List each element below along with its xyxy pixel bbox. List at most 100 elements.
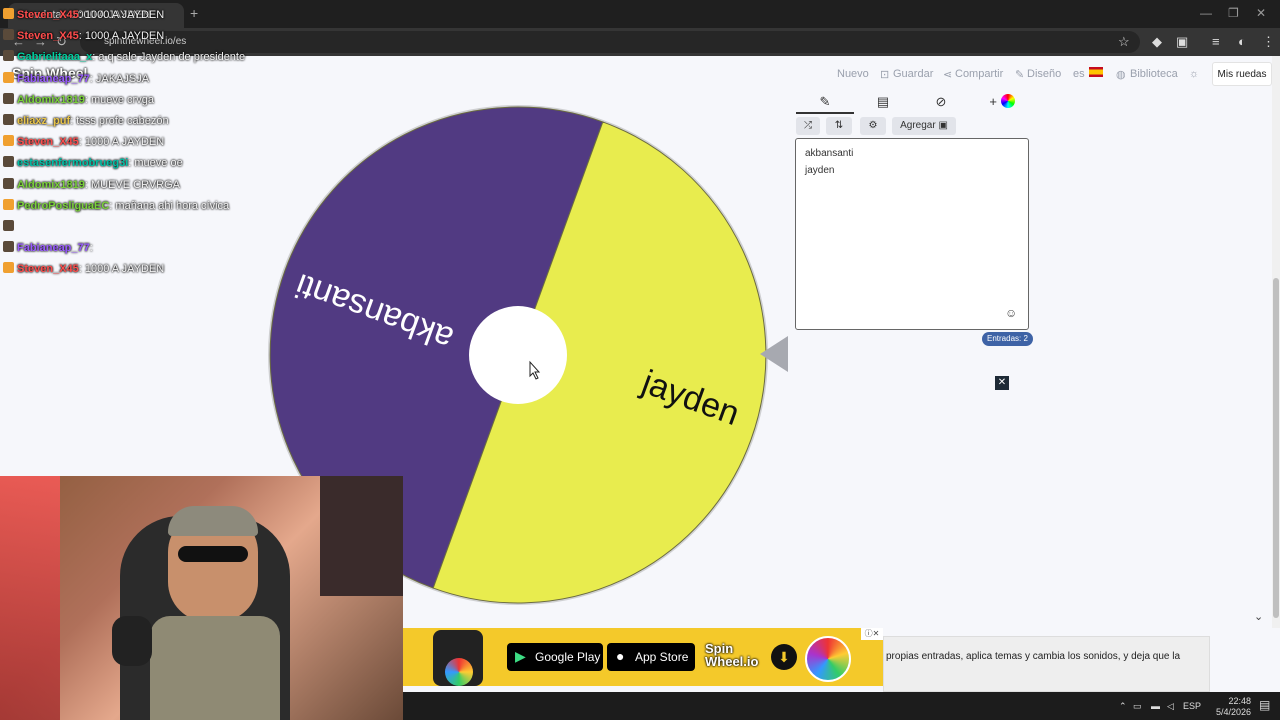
clock[interactable]: 22:48 5/4/2026 [1207,696,1251,718]
chat-text: : JAKAJSJA [89,72,150,85]
chat-badge-icon [3,50,14,62]
volume-icon[interactable]: ◁ [1167,701,1174,712]
download-icon: ⬇ [771,644,797,670]
wheel-center-hub[interactable] [469,306,567,404]
mis-ruedas-button[interactable]: Mis ruedas [1212,62,1272,86]
nav-nuevo[interactable]: Nuevo [837,68,869,80]
scrollbar-thumb[interactable] [1273,278,1279,618]
chat-badge-icon [3,220,14,231]
chat-username[interactable]: Gabrielitaaa_x [17,51,92,63]
chat-message: Steven_X45: 1000 A JAYDEN [3,135,164,148]
sunglasses [178,546,248,562]
tray-chevron-icon[interactable]: ⌃ [1119,701,1127,712]
edit-pencil-icon[interactable]: ✎ [806,94,844,112]
chat-username[interactable]: PedroPosliguaEC [17,200,109,212]
media-icon[interactable]: ≡ [1212,34,1220,49]
ad-banner[interactable]: ▶ Google Play ● App Store Spin Wheel.io … [403,628,883,686]
chat-username[interactable]: eliaxz_puf [17,115,70,127]
globe-icon: ◍ [1116,69,1126,81]
chat-badge-icon [3,8,14,19]
taskbar-lang[interactable]: ESP [1183,701,1201,711]
chat-message: Fabianeap_77: JAKAJSJA [3,71,150,85]
chat-username[interactable]: Aldomix1819 [17,94,85,106]
chat-message: estasenfermobrueg3i: mueve oe [3,156,183,169]
nav-biblioteca[interactable]: Biblioteca [1130,68,1178,80]
maximize-icon[interactable]: ❐ [1228,6,1239,20]
apple-icon: ● [616,648,625,664]
chat-username[interactable]: Steven_X45 [17,136,79,148]
browser-tab-bar: ruleta - 1000 A JAYDEN + — ❐ ✕ [0,0,1280,28]
image-icon: ▣ [938,120,948,131]
shuffle-button[interactable]: ⤮ [796,117,820,135]
chat-username[interactable]: Aldomix1819 [17,179,85,191]
chat-badge-icon [3,177,14,189]
clipboard-icon[interactable]: ▤ [864,94,902,112]
chat-username[interactable]: estasenfermobrueg3i [17,157,128,169]
settings-gear-button[interactable]: ⚙ [860,117,886,135]
chat-message: Aldomix1819: MUEVE CRVRGA [3,177,180,191]
chat-text: : tsss profe cabezón [70,115,169,127]
chat-text: : [89,242,93,255]
wheel-pointer [760,336,788,372]
chat-username[interactable]: Steven_X45 [17,263,79,275]
chat-badge-icon [3,92,14,104]
chat-message: Steven_X45: 1000 A JAYDEN [3,262,164,275]
chat-badge-icon [3,135,14,147]
profile-icon[interactable]: ◐ [1238,34,1246,49]
nav-compartir[interactable]: Compartir [955,68,1003,80]
chat-username[interactable]: Fabianeap_77 [17,242,90,254]
play-icon: ▶ [515,648,526,664]
close-window-icon[interactable]: ✕ [1256,6,1266,20]
agregar-label: Agregar [900,120,936,131]
puzzle-icon[interactable]: ▣ [1176,34,1188,50]
entries-textarea[interactable]: akbansanti jayden [795,138,1029,330]
menu-icon[interactable]: ⋮ [1262,34,1275,50]
chat-username[interactable]: Fabianeap_77 [17,73,90,85]
app-store-button[interactable]: ● App Store [607,643,695,671]
chat-badge-icon [3,156,14,168]
network-icon[interactable]: ▭ [1133,701,1142,712]
hide-eye-icon[interactable]: ⊘ [922,94,960,112]
app-store-label: App Store [635,650,689,664]
chat-username[interactable]: Steven_X45 [17,9,79,21]
streamer-shirt [150,616,280,720]
chat-message: Steven_X45: 1000 A JAYDEN [3,29,164,42]
chat-text: : mueve crvga [84,93,154,106]
entries-count-badge: Entradas: 2 [982,332,1033,346]
streamer-cap [168,506,258,536]
ad-side-text: propias entradas, aplica temas y cambia … [883,636,1210,692]
google-play-button[interactable]: ▶ Google Play [507,643,603,671]
sort-button[interactable]: ⇅ [826,117,852,135]
chat-message: Gabrielitaaa_x: a q sale Jayden de presi… [3,50,245,63]
nav-diseno[interactable]: Diseño [1027,68,1061,80]
nav-lang[interactable]: es [1073,68,1085,80]
chat-badge-icon [3,71,14,83]
chat-username[interactable]: Steven_X45 [17,30,79,42]
battery-icon[interactable]: ▬ [1151,701,1160,711]
chat-message: PedroPosliguaEC: mañana ahi hora cívica [3,198,229,212]
agregar-button[interactable]: Agregar ▣ [892,117,956,135]
chat-message: Aldomix1819: mueve crvga [3,92,154,106]
new-tab-icon[interactable]: + [190,5,198,21]
chevron-down-icon[interactable]: ⌄ [1254,610,1263,623]
notifications-icon[interactable]: ▤ [1259,698,1270,712]
ad-brand: Spin Wheel.io [705,642,758,668]
settings-icon[interactable]: ☼ [1189,68,1199,80]
emoji-icon[interactable]: ☺ [1005,306,1017,320]
chat-message: eliaxz_puf: tsss profe cabezón [3,114,169,127]
chat-message: Steven_X45: 1000 A JAYDEN [3,8,164,21]
streamer-webcam [0,476,403,720]
nav-guardar[interactable]: Guardar [893,68,933,80]
ad-choices-icon[interactable]: ⓘ✕ [861,628,883,640]
minimize-icon[interactable]: — [1200,6,1212,20]
color-wheel-icon [1000,94,1015,108]
os-taskbar: ⌃ ▭ ▬ ◁ ESP 22:48 5/4/2026 ▤ [403,692,1280,720]
extension-icon[interactable]: ◆ [1152,34,1162,50]
bookmark-star-icon[interactable]: ☆ [1118,34,1130,50]
add-color-icon[interactable]: + [972,94,1032,112]
active-tab-indicator [796,112,854,114]
spain-flag-icon [1089,67,1103,77]
chat-badge-icon [3,29,14,41]
close-icon[interactable]: ✕ [995,376,1009,390]
clock-date: 5/4/2026 [1215,707,1251,717]
